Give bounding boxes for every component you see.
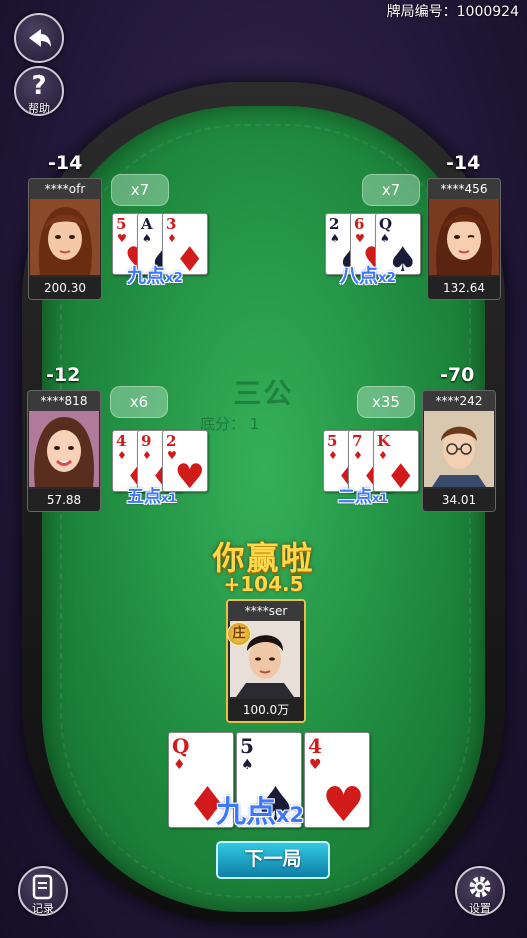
card-rank: 2 [166, 432, 177, 450]
record-button[interactable]: 记录 [18, 866, 68, 916]
player-seat[interactable]: ****ofr 200.30 [28, 178, 102, 300]
player-seat[interactable]: ****456 132.64 [427, 178, 501, 300]
hand-result-name: 九点 [127, 265, 166, 287]
diamond-suit-icon: ♦ [385, 457, 416, 492]
avatar [424, 411, 494, 487]
player-seat[interactable]: ****818 57.88 [27, 390, 101, 512]
self-seat[interactable]: ****ser 100.0万 [226, 599, 306, 723]
player-name: ****ofr [29, 179, 101, 199]
card-rank: 9 [141, 432, 152, 450]
heart-suit-icon: ♥ [309, 757, 322, 773]
question-icon: ? [31, 71, 47, 101]
card-rank: 5 [116, 215, 127, 233]
avatar [429, 199, 499, 275]
hand-result-multiplier: x1 [372, 491, 388, 505]
avatar [30, 199, 100, 275]
card-rank: 4 [116, 432, 127, 450]
hand-result: 二点x1 [338, 482, 388, 507]
heart-suit-icon: ♥ [174, 457, 205, 492]
hand-result-name: 八点 [340, 265, 379, 287]
player-name: ****456 [428, 179, 500, 199]
help-label: 帮助 [28, 102, 50, 115]
hand-result: 九点x2 [127, 261, 183, 288]
card-rank: 3 [166, 215, 177, 233]
player-name: ****818 [28, 391, 100, 411]
player-balance: 34.01 [423, 489, 495, 511]
hand-result-multiplier: x2 [378, 271, 396, 286]
player-score-change: -14 [48, 152, 83, 174]
player-score-change: -70 [440, 364, 475, 386]
player-balance: 200.30 [29, 277, 101, 299]
card-rank: 5 [327, 432, 338, 450]
hand-result-multiplier: x1 [161, 491, 177, 505]
bet-multiplier-bubble: x7 [362, 174, 420, 206]
player-name: ****242 [423, 391, 495, 411]
card-rank: 2 [329, 215, 340, 233]
base-score: 底分： 1 [200, 415, 260, 433]
spade-suit-icon: ♠ [241, 757, 254, 773]
win-amount: +104.5 [223, 572, 304, 596]
hand-result-name: 二点 [338, 487, 372, 507]
card-rank: Q [379, 215, 393, 233]
back-button[interactable] [14, 13, 64, 63]
back-arrow-icon [29, 29, 51, 47]
avatar [29, 411, 99, 487]
card-rank: 7 [352, 432, 363, 450]
record-label: 记录 [32, 902, 54, 915]
player-name: ****ser [228, 601, 304, 621]
heart-suit-icon: ♥ [321, 777, 365, 828]
settings-label: 设置 [469, 902, 491, 915]
bet-multiplier-bubble: x6 [110, 386, 168, 418]
hand-result-name: 九点 [216, 795, 276, 830]
card-rank: K [377, 432, 391, 450]
card-rank: 4 [308, 734, 322, 758]
bet-multiplier-bubble: x35 [357, 386, 415, 418]
player-score-change: -14 [446, 152, 481, 174]
player-score-change: -12 [46, 364, 81, 386]
card-rank: 6 [354, 215, 365, 233]
hand-result-multiplier: x2 [165, 271, 183, 286]
player-balance: 57.88 [28, 489, 100, 511]
player-balance: 100.0万 [228, 699, 304, 721]
hand-result-name: 五点 [127, 487, 161, 507]
settings-button[interactable]: 设置 [455, 866, 505, 916]
hand-result-multiplier: x2 [276, 803, 305, 827]
playing-card: 4 ♥ ♥ [304, 732, 370, 828]
diamond-suit-icon: ♦ [173, 757, 186, 773]
hand-result: 五点x1 [127, 482, 177, 507]
hand-id: 牌局编号：1000924 [386, 4, 519, 20]
hand-result: 八点x2 [340, 261, 396, 288]
player-balance: 132.64 [428, 277, 500, 299]
card-rank: Q [172, 734, 190, 758]
player-seat[interactable]: ****242 34.01 [422, 390, 496, 512]
card-rank: A [141, 215, 153, 233]
banker-badge: 庄 [227, 622, 251, 646]
hand-result: 九点x2 [216, 787, 304, 831]
next-round-button[interactable]: 下一局 [216, 841, 330, 879]
bet-multiplier-bubble: x7 [111, 174, 169, 206]
card-rank: 5 [240, 734, 254, 758]
help-button[interactable]: ? 帮助 [14, 66, 64, 116]
